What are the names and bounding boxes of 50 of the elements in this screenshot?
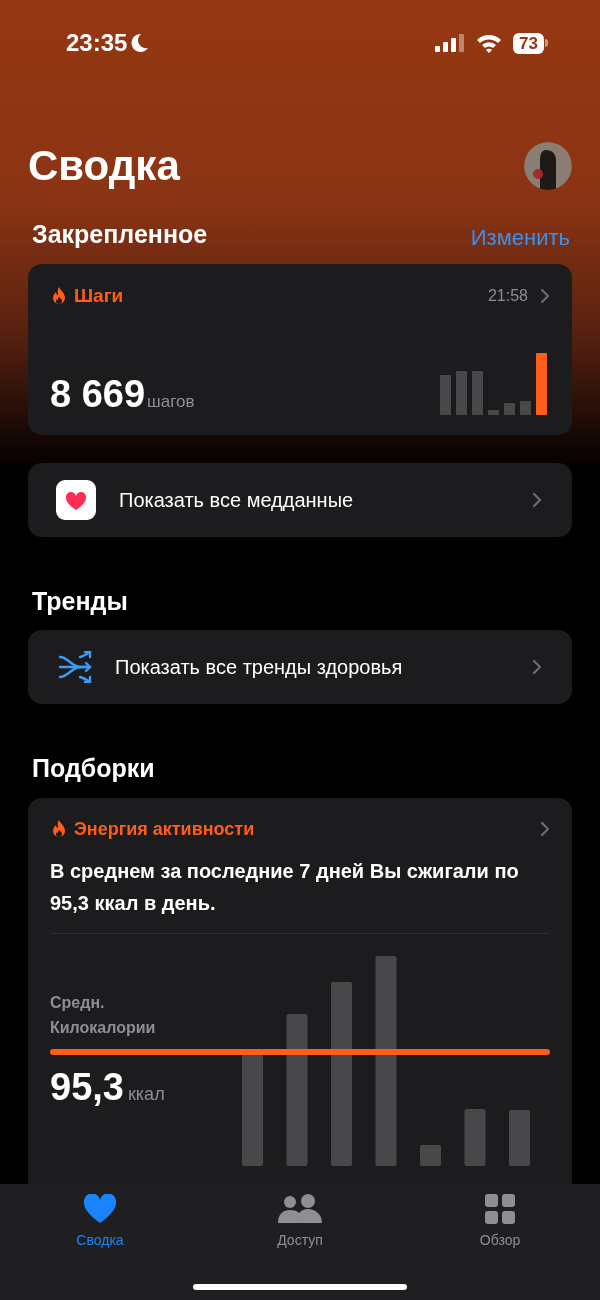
steps-card[interactable]: Шаги 21:58 8 669 шагов (28, 263, 572, 435)
tab[interactable]: Сводка (50, 1194, 150, 1300)
chevron-icon (532, 659, 542, 675)
moon-icon (131, 33, 150, 53)
trend-arrows-icon (58, 651, 94, 683)
row-label: Показать все тренды здоровья (115, 655, 404, 680)
people-icon (277, 1194, 323, 1224)
average-unit: ккал (127, 1082, 165, 1106)
section-title: Закрепленное (32, 219, 208, 250)
tab[interactable]: Доступ (250, 1194, 350, 1300)
chart-bar (504, 402, 515, 415)
chart-bar (440, 374, 451, 415)
section-title: Тренды (31, 585, 129, 617)
chart-bar (456, 370, 467, 415)
card-title: Энергия активности (74, 817, 255, 841)
section-title: Подборки (31, 753, 156, 784)
flame-icon (50, 819, 68, 839)
caption: Килокалории (50, 1017, 156, 1038)
show-all-data-row[interactable]: Показать все медданные (28, 462, 572, 537)
tab[interactable]: Обзор (450, 1194, 550, 1300)
flame-icon (50, 285, 68, 306)
chart-bar (509, 1109, 530, 1166)
average-value: 95,3 (50, 1067, 124, 1106)
timestamp: 21:58 (487, 285, 528, 306)
chart-bar (472, 370, 483, 415)
avatar[interactable] (524, 142, 572, 190)
health-app-icon (56, 479, 96, 520)
steps-value: 8 669 (50, 375, 146, 413)
show-trends-row[interactable]: Показать все тренды здоровья (28, 630, 572, 704)
grid-icon (485, 1194, 515, 1224)
summary-text: В среднем за последние 7 дней Вы сжигали по 95,3 ккал в день. (50, 854, 550, 934)
chart-bar (420, 1144, 441, 1166)
chart-bar (520, 400, 531, 415)
signal-icon (435, 33, 466, 53)
chart-bar (464, 1108, 486, 1166)
chart-bar (488, 409, 499, 415)
chevron-icon (540, 287, 550, 304)
chevron-icon (540, 821, 550, 837)
chevron-icon (532, 491, 542, 508)
clock-time: 23:35 (66, 28, 128, 58)
card-title: Шаги (74, 283, 124, 308)
row-label: Показать все медданные (119, 487, 355, 513)
heart-icon (83, 1194, 117, 1224)
chart-bar (536, 352, 547, 415)
steps-unit: шагов (147, 391, 195, 413)
energy-card[interactable]: Энергия активности В среднем за последние 7 дней Вы сжигали по 95,3 ккал в день. Средн. Килокалории 95,3 ккал (28, 797, 572, 1185)
wifi-icon (475, 33, 504, 53)
battery-level: 73 (513, 32, 544, 54)
caption: Средн. (50, 992, 106, 1013)
page-title: Сводка (28, 145, 180, 187)
